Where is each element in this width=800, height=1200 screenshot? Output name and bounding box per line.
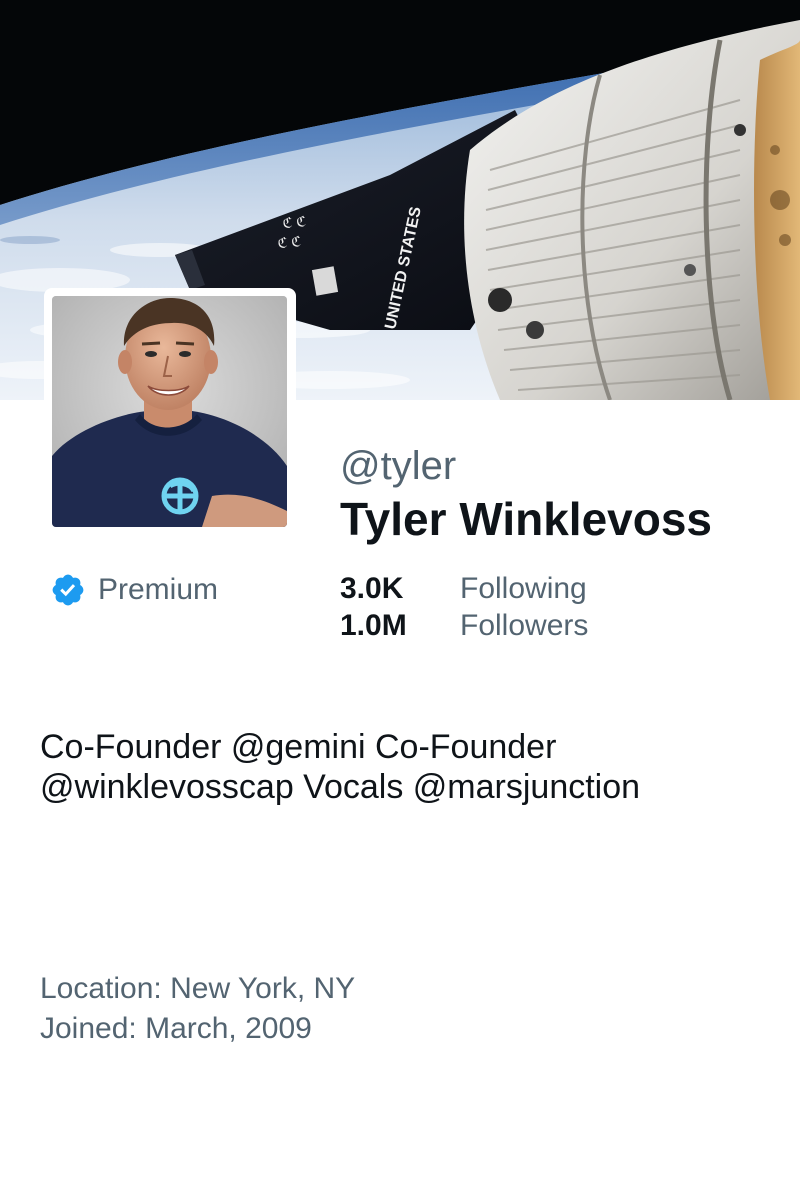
following-stat[interactable]: 3.0K Following: [340, 570, 760, 607]
profile-bio: Co-Founder @gemini Co-Founder @winklevos…: [40, 728, 641, 806]
avatar[interactable]: [52, 296, 287, 527]
profile-handle: @tyler: [340, 444, 457, 488]
followers-count: 1.0M: [340, 609, 407, 642]
svg-text:ℭ ℭ: ℭ ℭ: [277, 233, 302, 251]
following-label: Following: [460, 572, 587, 605]
profile-display-name: Tyler Winklevoss: [340, 493, 712, 545]
premium-badge[interactable]: Premium: [50, 570, 218, 610]
profile-stats: 3.0K Following 1.0M Followers: [340, 570, 760, 644]
svg-text:ℭ ℭ: ℭ ℭ: [282, 213, 307, 231]
profile-meta: Location: New York, NY Joined: March, 20…: [40, 969, 760, 1049]
followers-label: Followers: [460, 609, 589, 642]
profile-card: ℭ ℭ ℭ ℭ UNITED STATES @tyler Tyler Winkl…: [0, 0, 800, 1200]
avatar-frame: [44, 288, 296, 536]
profile-location: Location: New York, NY: [40, 972, 356, 1005]
following-count: 3.0K: [340, 572, 404, 605]
premium-label: Premium: [98, 573, 219, 606]
verified-badge-icon: [52, 574, 84, 606]
profile-joined-date: Joined: March, 2009: [40, 1012, 312, 1045]
followers-stat[interactable]: 1.0M Followers: [340, 607, 760, 644]
